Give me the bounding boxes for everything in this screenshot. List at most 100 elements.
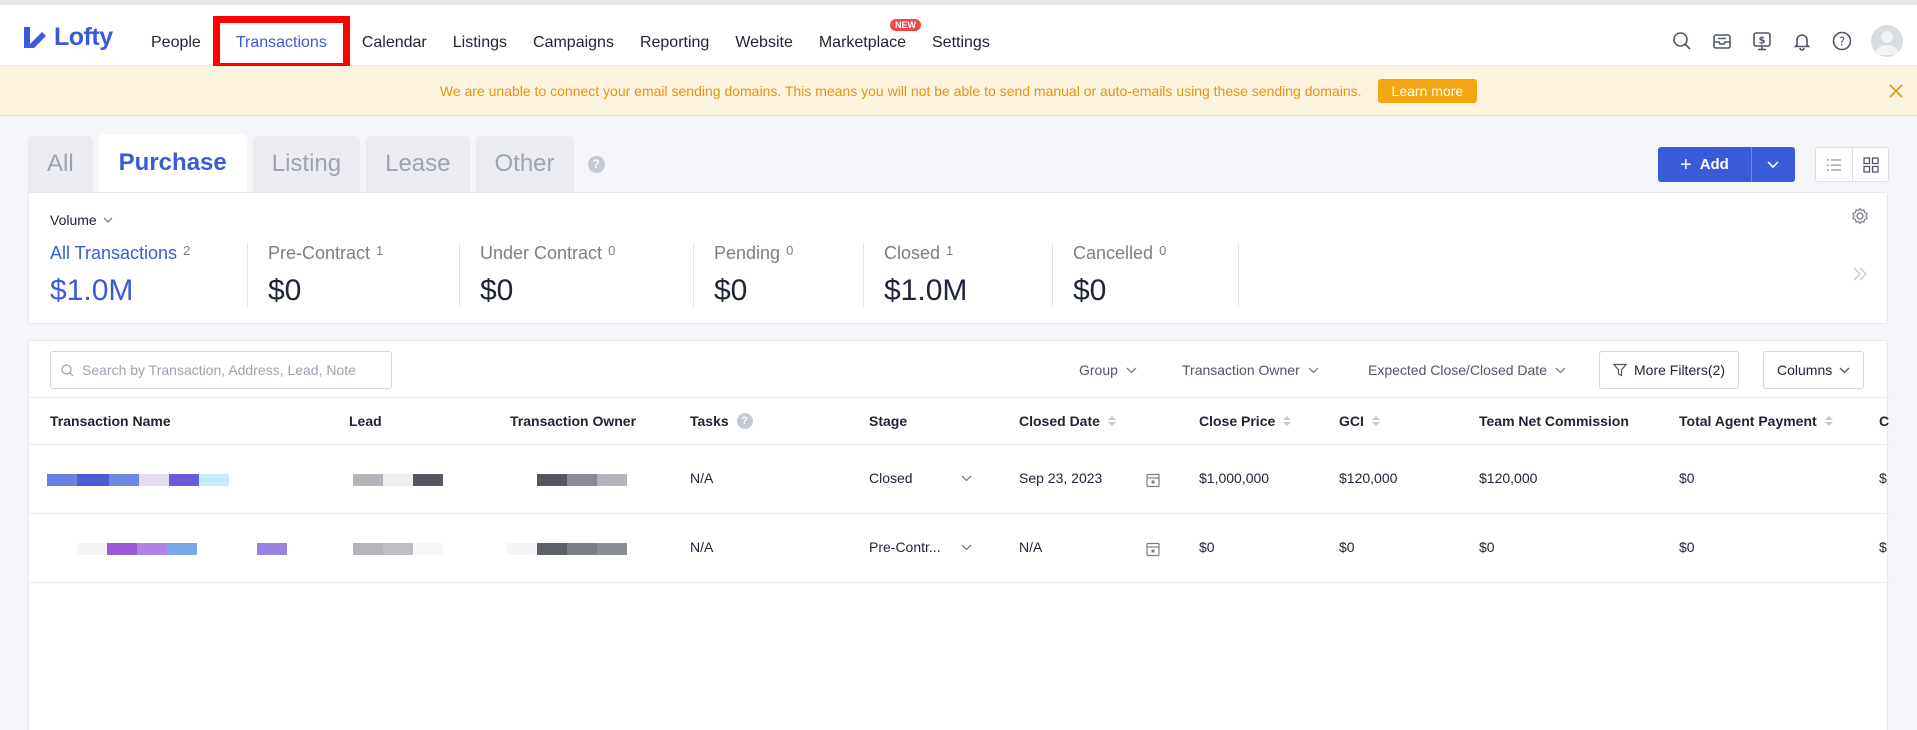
- double-chevron-right-icon[interactable]: [1851, 265, 1869, 283]
- brand-name: Lofty: [54, 23, 113, 51]
- table-row[interactable]: N/A Closed Sep 23, 2023 $1,000,000 $120,…: [29, 445, 1889, 514]
- tab-purchase[interactable]: Purchase: [98, 134, 247, 192]
- email-domain-warning-banner: We are unable to connect your email send…: [0, 66, 1917, 116]
- tasks-help-icon[interactable]: ?: [736, 413, 753, 429]
- funnel-icon: [1613, 363, 1627, 377]
- pipeline-summary: Volume All Transactions 2 $1.0M Pre-Contr…: [28, 192, 1888, 324]
- lead-redacted[interactable]: [353, 474, 443, 486]
- search-icon[interactable]: [1671, 30, 1693, 52]
- banner-message: We are unable to connect your email send…: [439, 82, 1362, 99]
- nav-item-marketplace[interactable]: Marketplace NEW: [806, 19, 921, 67]
- group-filter[interactable]: Group: [1079, 351, 1137, 389]
- chevron-down-icon: [1767, 160, 1779, 168]
- column-close-price[interactable]: Close Price: [1199, 413, 1292, 429]
- nav-item-website[interactable]: Website: [722, 19, 806, 67]
- stage-select[interactable]: Closed: [869, 470, 972, 486]
- sort-icon[interactable]: [1824, 416, 1833, 426]
- close-date-filter[interactable]: Expected Close/Closed Date: [1368, 351, 1566, 389]
- close-icon[interactable]: [1887, 82, 1905, 100]
- tabs-help-icon[interactable]: ?: [587, 155, 605, 173]
- stat-all-transactions[interactable]: All Transactions 2 $1.0M: [29, 243, 190, 309]
- stage-value: Pre-Contr...: [869, 539, 941, 555]
- sort-icon[interactable]: [1107, 416, 1116, 426]
- stage-select[interactable]: Pre-Contr...: [869, 539, 972, 555]
- stat-label: Pre-Contract: [268, 243, 371, 263]
- columns-label: Columns: [1777, 362, 1833, 378]
- chevron-down-icon: [103, 217, 113, 223]
- top-navigation: Lofty People Transactions Calendar Listi…: [0, 0, 1917, 70]
- bell-icon[interactable]: [1791, 30, 1813, 52]
- calendar-icon[interactable]: [1146, 472, 1160, 488]
- tab-listing[interactable]: Listing: [252, 136, 361, 192]
- owner-redacted: [537, 474, 627, 486]
- add-transaction-button[interactable]: + Add: [1658, 147, 1751, 182]
- nav-item-campaigns[interactable]: Campaigns: [520, 19, 627, 67]
- search-input[interactable]: [82, 362, 382, 378]
- stat-value: $0: [268, 274, 302, 307]
- stat-pre-contract[interactable]: Pre-Contract 1 $0: [247, 243, 383, 309]
- nav-item-listings[interactable]: Listings: [440, 19, 520, 67]
- sort-icon[interactable]: [1371, 416, 1380, 426]
- tab-other[interactable]: Other: [475, 136, 574, 192]
- column-tasks[interactable]: Tasks?: [690, 413, 753, 429]
- column-transaction-name[interactable]: Transaction Name: [50, 413, 171, 429]
- column-team-net-commission[interactable]: Team Net Commission: [1479, 413, 1629, 429]
- grid-view-button[interactable]: [1852, 148, 1888, 181]
- stat-pending[interactable]: Pending 0 $0: [693, 243, 793, 309]
- close-price-cell: $1,000,000: [1199, 470, 1270, 486]
- column-total-agent-payment[interactable]: Total Agent Payment: [1679, 413, 1833, 429]
- gci-cell: $120,000: [1339, 470, 1398, 486]
- transaction-name-redacted[interactable]: [77, 543, 287, 555]
- column-label: Team Net Commission: [1479, 413, 1629, 429]
- stat-cancelled[interactable]: Cancelled 0 $0: [1052, 243, 1166, 309]
- stat-value: $1.0M: [50, 274, 134, 307]
- gear-icon[interactable]: [1851, 207, 1869, 225]
- tab-lease[interactable]: Lease: [366, 136, 470, 192]
- help-icon[interactable]: ?: [1831, 30, 1853, 52]
- nav-item-people[interactable]: People: [138, 19, 214, 67]
- lofty-logo[interactable]: Lofty: [22, 23, 113, 52]
- lead-redacted[interactable]: [353, 543, 443, 555]
- nav-item-settings[interactable]: Settings: [919, 19, 1003, 67]
- column-label: Close Price: [1199, 413, 1276, 429]
- column-stage[interactable]: Stage: [869, 413, 907, 429]
- calendar-icon[interactable]: [1146, 541, 1160, 557]
- nav-item-reporting[interactable]: Reporting: [627, 19, 722, 67]
- main-nav: People Transactions Calendar Listings Ca…: [138, 16, 1003, 70]
- column-lead[interactable]: Lead: [349, 413, 382, 429]
- stat-count: 0: [608, 243, 616, 258]
- search-icon: [61, 363, 74, 376]
- column-gci[interactable]: GCI: [1339, 413, 1380, 429]
- dollar-monitor-icon[interactable]: $: [1751, 30, 1773, 52]
- chevron-down-icon: [1308, 367, 1319, 373]
- chevron-down-icon: [1126, 367, 1137, 373]
- inbox-icon[interactable]: [1711, 30, 1733, 52]
- list-view-button[interactable]: [1816, 148, 1852, 181]
- view-toggle: [1815, 147, 1889, 182]
- stat-count: 0: [1159, 243, 1167, 258]
- transaction-name-redacted[interactable]: [47, 474, 229, 486]
- column-label: C: [1879, 413, 1890, 429]
- nav-item-transactions[interactable]: Transactions: [212, 16, 350, 70]
- sort-icon[interactable]: [1283, 416, 1292, 426]
- table-row[interactable]: N/A Pre-Contr... N/A $0 $0 $0 $0 $: [29, 514, 1889, 583]
- columns-button[interactable]: Columns: [1763, 351, 1865, 389]
- learn-more-button[interactable]: Learn more: [1377, 78, 1478, 103]
- stat-closed[interactable]: Closed 1 $1.0M: [863, 243, 967, 309]
- transaction-owner-filter[interactable]: Transaction Owner: [1182, 351, 1319, 389]
- stat-under-contract[interactable]: Under Contract 0 $0: [459, 243, 615, 309]
- nav-item-calendar[interactable]: Calendar: [349, 19, 440, 67]
- svg-text:?: ?: [1839, 35, 1845, 49]
- column-transaction-owner[interactable]: Transaction Owner: [510, 413, 636, 429]
- stat-label: Pending: [714, 243, 781, 263]
- column-label: Transaction Owner: [510, 413, 637, 429]
- tab-all[interactable]: All: [28, 136, 93, 192]
- avatar[interactable]: [1871, 25, 1903, 57]
- metric-selector[interactable]: Volume: [50, 212, 113, 228]
- column-truncated[interactable]: C: [1879, 413, 1889, 429]
- column-closed-date[interactable]: Closed Date: [1019, 413, 1116, 429]
- stat-count: 1: [946, 243, 954, 258]
- stat-count: 1: [376, 243, 384, 258]
- add-dropdown-toggle[interactable]: [1750, 147, 1795, 182]
- more-filters-button[interactable]: More Filters(2): [1599, 351, 1740, 389]
